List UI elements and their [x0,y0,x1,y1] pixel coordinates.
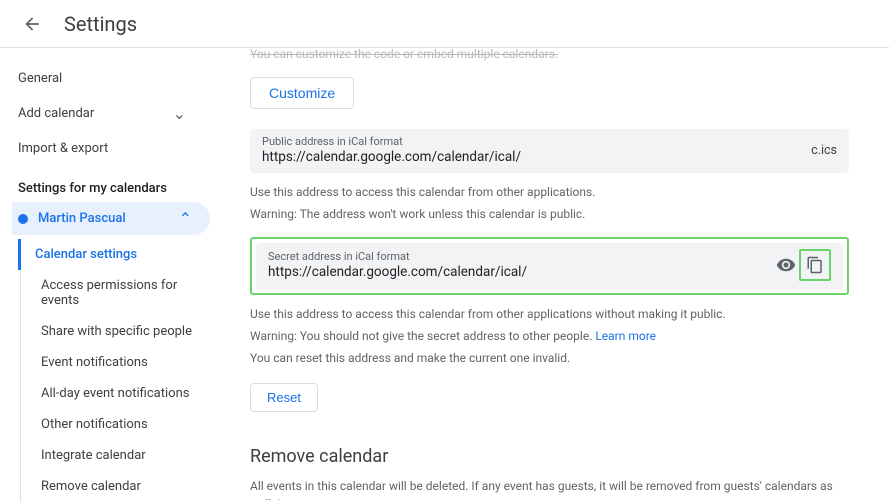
back-arrow-icon[interactable] [20,12,44,36]
sidebar-sub-calendar-settings[interactable]: Calendar settings [18,239,210,270]
public-address-ext: c.ics [801,143,837,158]
copy-icon[interactable] [802,252,828,278]
secret-address-field[interactable]: Secret address in iCal format https://ca… [256,243,843,289]
chevron-down-icon: ⌄ [173,104,186,123]
secret-help-text: Use this address to access this calendar… [250,305,849,323]
secret-learn-more-link[interactable]: Learn more [595,329,656,343]
sidebar-sub-integrate[interactable]: Integrate calendar [35,440,210,471]
secret-warning-line: Warning: You should not give the secret … [250,327,849,345]
public-address-field[interactable]: Public address in iCal format https://ca… [250,129,849,173]
secret-address-value: https://calendar.google.com/calendar/ica… [268,263,773,280]
remove-desc-line: All events in this calendar will be dele… [250,477,849,500]
content: General Add calendar ⌄ Import & export S… [0,48,889,500]
page-title: Settings [64,12,137,36]
secret-warning-text: Warning: You should not give the secret … [250,329,595,343]
header: Settings [0,0,889,48]
reset-button[interactable]: Reset [250,383,318,412]
sidebar-sub-access-permissions[interactable]: Access permissions for events [35,270,210,316]
chevron-up-icon: ⌃ [179,209,192,228]
main-panel: You can customize the code or embed mult… [210,48,889,500]
sidebar-calendar-selected[interactable]: Martin Pascual ⌃ [12,202,210,235]
visibility-icon[interactable] [773,252,799,278]
customize-button[interactable]: Customize [250,77,354,109]
secret-reset-info: You can reset this address and make the … [250,349,849,367]
sidebar-sub-remove[interactable]: Remove calendar [35,471,210,502]
sidebar-sub-allday-notifications[interactable]: All-day event notifications [35,378,210,409]
public-warning-text: Warning: The address won't work unless t… [250,205,849,223]
copy-button-highlight [799,249,831,281]
sidebar-sub-event-notifications[interactable]: Event notifications [35,347,210,378]
sidebar-item-label: Add calendar [18,106,94,121]
truncated-text: You can customize the code or embed mult… [250,48,849,61]
sidebar-section-label: Settings for my calendars [18,165,210,202]
secret-address-label: Secret address in iCal format [268,250,773,263]
secret-address-highlight: Secret address in iCal format https://ca… [250,237,849,295]
public-address-value: https://calendar.google.com/calendar/ica… [262,148,801,165]
public-address-label: Public address in iCal format [262,135,801,148]
sidebar-sub-share-specific[interactable]: Share with specific people [35,316,210,347]
calendar-name: Martin Pascual [38,211,179,226]
public-help-text: Use this address to access this calendar… [250,183,849,201]
sidebar: General Add calendar ⌄ Import & export S… [0,48,210,500]
sidebar-item-general[interactable]: General [18,62,210,95]
sidebar-sub-other-notifications[interactable]: Other notifications [35,409,210,440]
sidebar-item-import-export[interactable]: Import & export [18,132,210,165]
sidebar-item-add-calendar[interactable]: Add calendar ⌄ [18,95,210,132]
sidebar-sublist: Calendar settings Access permissions for… [20,239,210,502]
remove-calendar-heading: Remove calendar [250,446,849,467]
calendar-color-dot [18,214,28,224]
